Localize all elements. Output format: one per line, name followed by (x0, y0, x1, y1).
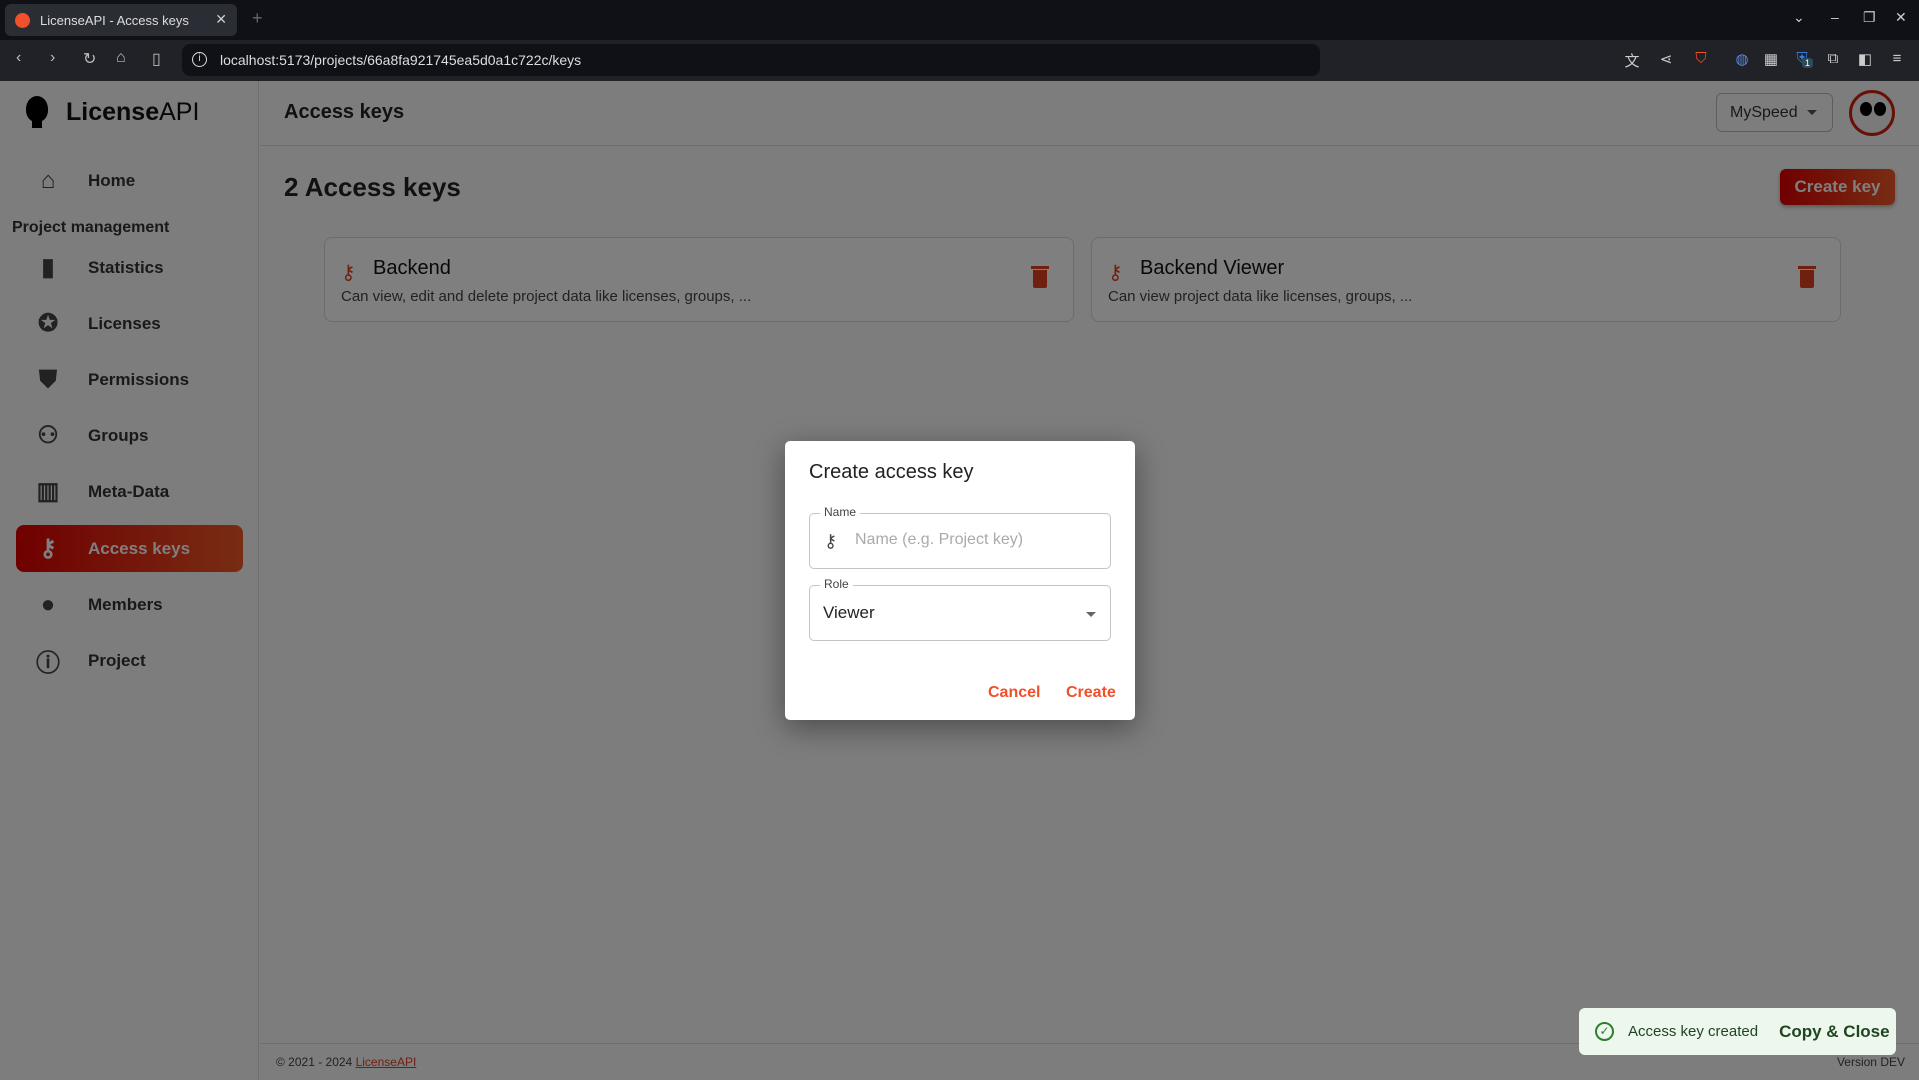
close-window-icon[interactable]: ✕ (1895, 9, 1907, 26)
copy-close-button[interactable]: Copy & Close (1779, 1022, 1890, 1042)
browser-toolbar: ‹ › ↻ ⌂ ▯ i localhost:5173/projects/66a8f… (0, 40, 1919, 81)
role-label: Role (820, 577, 853, 591)
browser-tabbar: LicenseAPI - Access keys ✕ + ⌄ – ❐ ✕ (0, 0, 1919, 40)
check-circle-icon: ✓ (1595, 1022, 1614, 1041)
name-field[interactable]: Name ⚷ Name (e.g. Project key) (809, 505, 1111, 569)
create-button[interactable]: Create (1066, 684, 1116, 702)
success-toast: ✓ Access key created Copy & Close (1579, 1008, 1896, 1055)
translate-icon[interactable]: 文 (1623, 50, 1641, 70)
brave-shield-icon[interactable]: ⛉ (1692, 50, 1710, 68)
home-icon[interactable]: ⌂ (116, 49, 126, 67)
browser-tab[interactable]: LicenseAPI - Access keys ✕ (5, 4, 237, 36)
reload-icon[interactable]: ↻ (83, 49, 96, 69)
name-placeholder: Name (e.g. Project key) (855, 531, 1024, 548)
site-info-icon[interactable]: i (192, 52, 207, 67)
new-tab-button[interactable]: + (252, 8, 263, 29)
sidebar-toggle-icon[interactable]: ◧ (1856, 50, 1874, 68)
tab-title: LicenseAPI - Access keys (40, 12, 189, 28)
tab-list-icon[interactable]: ⌄ (1793, 9, 1805, 26)
key-icon: ⚷ (824, 531, 838, 551)
back-icon[interactable]: ‹ (16, 49, 21, 67)
dialog-title: Create access key (809, 461, 974, 483)
url-text: localhost:5173/projects/66a8fa921745ea5d… (220, 52, 582, 68)
extension-invidious-icon[interactable]: ▦ (1762, 50, 1780, 68)
forward-icon[interactable]: › (50, 49, 55, 67)
address-bar[interactable]: i localhost:5173/projects/66a8fa921745ea5… (182, 44, 1320, 76)
role-select[interactable]: Role Viewer (809, 577, 1111, 641)
extensions-icon[interactable]: ⧉ (1824, 50, 1842, 68)
favicon-icon (15, 12, 30, 28)
create-access-key-dialog: Create access key Name ⚷ Name (e.g. Proj… (785, 441, 1135, 720)
toast-message: Access key created (1628, 1023, 1759, 1040)
role-value: Viewer (823, 603, 875, 622)
extension-badge: 1 (1802, 58, 1814, 68)
restore-icon[interactable]: ❐ (1863, 9, 1876, 26)
extension-globe-icon[interactable]: ◍ (1733, 50, 1751, 68)
share-icon[interactable]: ⋖ (1657, 50, 1675, 68)
cancel-button[interactable]: Cancel (988, 684, 1040, 702)
dropdown-arrow-icon (1086, 612, 1096, 617)
minimize-icon[interactable]: – (1831, 9, 1839, 25)
bookmark-icon[interactable]: ▯ (152, 49, 161, 69)
close-tab-icon[interactable]: ✕ (215, 11, 227, 28)
menu-icon[interactable]: ≡ (1888, 50, 1906, 68)
bitwarden-icon[interactable]: ⛨1 (1793, 50, 1814, 68)
name-label: Name (820, 505, 861, 519)
